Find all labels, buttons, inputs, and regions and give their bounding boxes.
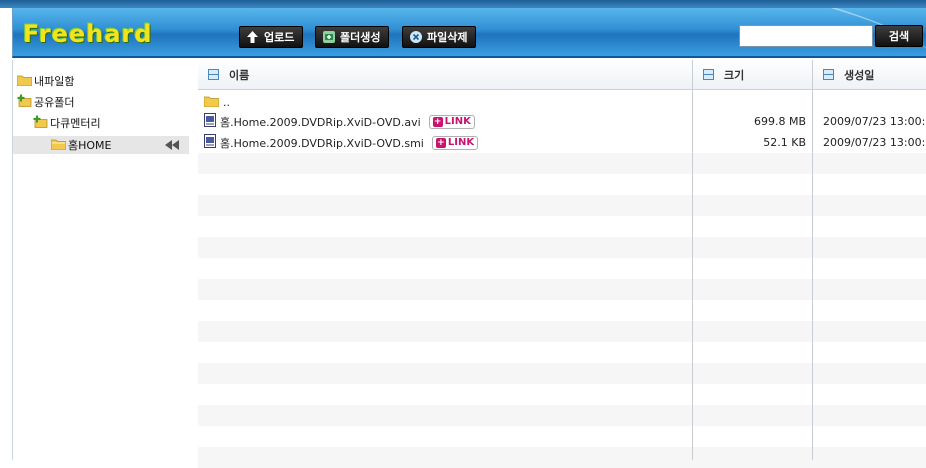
delete-icon: [409, 31, 422, 44]
tree-item-shared-folder[interactable]: 공유폴더: [17, 93, 74, 111]
table-row: [198, 342, 926, 363]
file-list: 이름 크기 생성일 .. 홈.Home.2009.DVDRip.XviD-OVD…: [198, 60, 926, 468]
link-button[interactable]: + LINK: [431, 135, 479, 150]
expand-plus-icon: [17, 94, 32, 110]
table-row: [198, 237, 926, 258]
search-input[interactable]: [739, 25, 873, 47]
file-icon: [204, 113, 216, 130]
file-icon: [204, 134, 216, 151]
tree-item-label: 공유폴더: [34, 96, 75, 109]
link-button[interactable]: + LINK: [428, 114, 475, 129]
upload-arrow-icon: [246, 31, 259, 44]
file-row-smi[interactable]: 홈.Home.2009.DVDRip.XviD-OVD.smi + LINK: [198, 132, 692, 153]
column-header-name[interactable]: 이름: [198, 60, 692, 90]
file-created: 2009/07/23 13:00:25: [823, 115, 926, 128]
plus-icon: +: [435, 137, 446, 148]
table-row: [198, 321, 926, 342]
tree-item-home[interactable]: 홈HOME: [13, 136, 189, 154]
app-window: Freehard 업로드 폴더생성 파일삭제 검색 내파일함 공유폴더 다큐멘터…: [0, 0, 926, 468]
delete-file-button[interactable]: 파일삭제: [402, 26, 477, 48]
column-header-icon: [823, 69, 834, 80]
table-row: [198, 258, 926, 279]
new-folder-icon: [322, 31, 335, 44]
new-folder-label: 폴더생성: [340, 31, 381, 44]
column-divider: [812, 60, 813, 460]
file-name[interactable]: 홈.Home.2009.DVDRip.XviD-OVD.avi: [220, 114, 421, 130]
column-header-icon: [703, 69, 714, 80]
table-row: [198, 405, 926, 426]
header-bar: Freehard 업로드 폴더생성 파일삭제 검색: [12, 8, 926, 58]
upload-button[interactable]: 업로드: [239, 26, 304, 48]
link-label: LINK: [444, 116, 471, 127]
table-row: [198, 300, 926, 321]
table-row: [198, 447, 926, 468]
file-row-avi[interactable]: 홈.Home.2009.DVDRip.XviD-OVD.avi + LINK: [198, 111, 692, 132]
link-label: LINK: [447, 137, 475, 148]
column-header-label: 생성일: [844, 68, 875, 82]
parent-folder-label: ..: [223, 96, 230, 109]
search-button[interactable]: 검색: [875, 25, 923, 47]
folder-icon: [203, 95, 220, 110]
tree-item-my-files[interactable]: 내파일함: [16, 72, 75, 90]
new-folder-button[interactable]: 폴더생성: [315, 26, 390, 48]
tree-item-label: 다큐멘터리: [50, 117, 101, 130]
table-row: [198, 426, 926, 447]
parent-folder-row[interactable]: ..: [198, 92, 692, 113]
folder-tree: 내파일함 공유폴더 다큐멘터리 홈HOME: [12, 60, 198, 460]
tree-item-label: 내파일함: [34, 75, 75, 88]
column-header-label: 이름: [229, 68, 250, 82]
table-row: [198, 174, 926, 195]
plus-icon: +: [432, 116, 443, 127]
table-row: [198, 384, 926, 405]
folder-icon: [16, 74, 33, 89]
file-size: 699.8 MB: [753, 115, 806, 128]
table-row: [198, 216, 926, 237]
table-row: [198, 363, 926, 384]
delete-label: 파일삭제: [427, 31, 468, 44]
expand-plus-icon: [33, 115, 48, 131]
open-folder-icon: [50, 138, 67, 153]
table-row: [198, 195, 926, 216]
upload-label: 업로드: [264, 31, 295, 44]
file-created: 2009/07/23 13:00:25: [823, 136, 926, 149]
tree-item-label: 홈HOME: [68, 139, 112, 152]
tree-item-documentary[interactable]: 다큐멘터리: [33, 114, 101, 132]
table-row: [198, 153, 926, 174]
column-header-label: 크기: [724, 68, 745, 82]
file-name[interactable]: 홈.Home.2009.DVDRip.XviD-OVD.smi: [220, 135, 424, 151]
top-strip: [0, 0, 926, 8]
file-size: 52.1 KB: [763, 136, 806, 149]
column-header-icon: [208, 69, 219, 80]
table-row: [198, 279, 926, 300]
column-header-size[interactable]: 크기: [693, 60, 812, 90]
app-logo: Freehard: [23, 20, 153, 48]
column-header-created[interactable]: 생성일: [813, 60, 926, 90]
collapse-arrow-icon[interactable]: [165, 140, 179, 150]
